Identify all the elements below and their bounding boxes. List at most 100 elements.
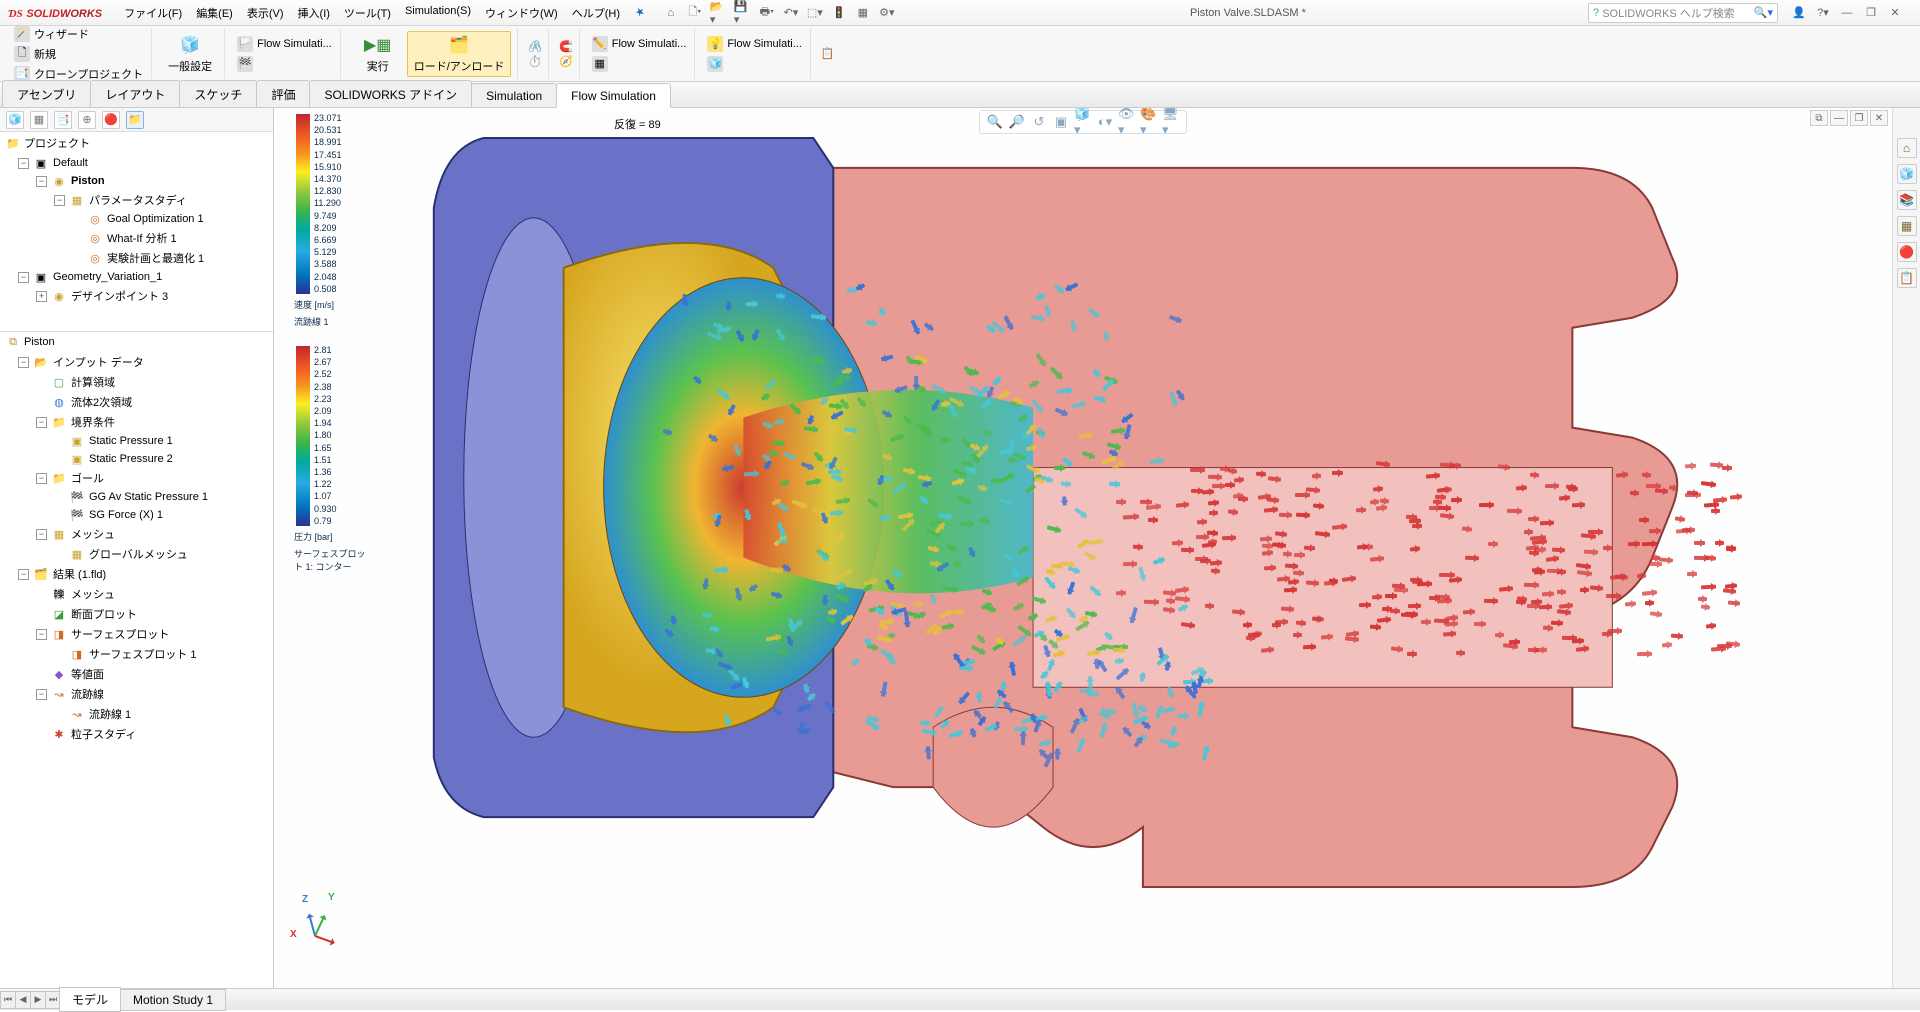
node-particle[interactable]: ✱粒子スタディ (0, 724, 273, 744)
open-icon[interactable]: 📂▾ (710, 4, 728, 22)
menu-file[interactable]: ファイル(F) (118, 2, 188, 24)
nav-prev-icon[interactable]: ◀ (15, 991, 31, 1009)
restore-icon[interactable]: ❐ (1862, 4, 1880, 22)
home-icon[interactable]: ⌂ (662, 4, 680, 22)
bottom-tab-motion[interactable]: Motion Study 1 (120, 989, 226, 1011)
display-style-icon[interactable]: ◐▾ (1096, 113, 1114, 131)
view-orient-icon[interactable]: 🧊▾ (1074, 113, 1092, 131)
scene-icon[interactable]: 🖥▾ (1162, 113, 1180, 131)
orientation-triad[interactable]: Z Y X (294, 896, 340, 942)
node-sg[interactable]: 🏁SG Force (X) 1 (0, 506, 273, 524)
nav-next-icon[interactable]: ▶ (30, 991, 46, 1009)
dock-home-icon[interactable]: ⌂ (1897, 138, 1917, 158)
fm-tab-5[interactable]: 🔴 (102, 111, 120, 129)
node-global-mesh[interactable]: ▦グローバルメッシュ (0, 544, 273, 564)
rebuild-icon[interactable]: 🚦 (830, 4, 848, 22)
node-param-study[interactable]: −▦パラメータスタディ (0, 190, 273, 210)
user-icon[interactable]: 👤 (1790, 4, 1808, 22)
node-iso[interactable]: ◆等値面 (0, 664, 273, 684)
fm-tab-flow[interactable]: 📁 (126, 111, 144, 129)
fm-tab-2[interactable]: ▦ (30, 111, 48, 129)
vp-min-icon[interactable]: — (1830, 110, 1848, 126)
node-mesh2[interactable]: 轢メッシュ (0, 584, 273, 604)
node-fluid-sub[interactable]: ◍流体2次領域 (0, 392, 273, 412)
dock-appearance-icon[interactable]: 🔴 (1897, 242, 1917, 262)
r-icon-last[interactable]: 📋 (821, 47, 835, 60)
node-sp2[interactable]: ▣Static Pressure 2 (0, 450, 273, 468)
dock-library-icon[interactable]: 📚 (1897, 190, 1917, 210)
node-gg[interactable]: 🏁GG Av Static Pressure 1 (0, 488, 273, 506)
node-results[interactable]: −🗂️結果 (1.fld) (0, 564, 273, 584)
node-surf-plot1[interactable]: ◨サーフェスプロット 1 (0, 644, 273, 664)
node-geom-var[interactable]: −▣Geometry_Variation_1 (0, 268, 273, 286)
fm-tab-1[interactable]: 🧊 (6, 111, 24, 129)
node-mesh[interactable]: −▦メッシュ (0, 524, 273, 544)
menu-insert[interactable]: 挿入(I) (292, 2, 336, 24)
help-search-box[interactable]: ? SOLIDWORKS ヘルプ検索 🔍▾ (1588, 3, 1778, 23)
tab-evaluate[interactable]: 評価 (256, 80, 310, 107)
flow-sim-a-button[interactable]: 🏳️Flow Simulati... (235, 35, 334, 53)
run-button[interactable]: ▶▦ 実行 (351, 32, 405, 76)
load-unload-button[interactable]: 🗂️ ロード/アンロード (407, 31, 512, 77)
search-icon[interactable]: 🔍▾ (1754, 6, 1773, 19)
tab-assembly[interactable]: アセンブリ (2, 80, 91, 107)
fm-tab-3[interactable]: 📑 (54, 111, 72, 129)
undo-icon[interactable]: ↶▾ (782, 4, 800, 22)
bottom-tab-model[interactable]: モデル (59, 987, 121, 1012)
fm-tab-4[interactable]: ⊕ (78, 111, 96, 129)
r-icon-2[interactable]: ⏱️ (528, 55, 542, 68)
pin-icon[interactable]: ★ (623, 0, 654, 28)
hide-show-icon[interactable]: 👁▾ (1118, 113, 1136, 131)
zoom-fit-icon[interactable]: 🔍 (986, 113, 1004, 131)
node-design-pt[interactable]: +◉デザインポイント 3 (0, 286, 273, 306)
flow-sim-f-button[interactable]: 🧊 (705, 55, 725, 73)
appearance-icon[interactable]: 🎨▾ (1140, 113, 1158, 131)
help-icon[interactable]: ?▾ (1814, 4, 1832, 22)
dock-view-icon[interactable]: ▦ (1897, 216, 1917, 236)
tab-layout[interactable]: レイアウト (90, 80, 180, 107)
options-icon[interactable]: ▦ (854, 4, 872, 22)
r-icon-3[interactable]: 🧲 (559, 40, 573, 53)
prev-view-icon[interactable]: ↺ (1030, 113, 1048, 131)
minimize-icon[interactable]: — (1838, 4, 1856, 22)
node-flow-traj-folder[interactable]: −↝流跡線 (0, 684, 273, 704)
save-icon[interactable]: 💾▾ (734, 4, 752, 22)
node-input[interactable]: −📂インプット データ (0, 352, 273, 372)
tab-addins[interactable]: SOLIDWORKS アドイン (309, 80, 472, 107)
menu-simulation[interactable]: Simulation(S) (399, 2, 477, 24)
zoom-area-icon[interactable]: 🔎 (1008, 113, 1026, 131)
flow-sim-c-button[interactable]: ✏️Flow Simulati... (590, 35, 689, 53)
nav-first-icon[interactable]: ⏮ (0, 991, 16, 1009)
node-whatif[interactable]: ◎What-If 分析 1 (0, 228, 273, 248)
r-icon-4[interactable]: 🧭 (559, 55, 573, 68)
graphics-viewport[interactable]: 🔍 🔎 ↺ ▣ 🧊▾ ◐▾ 👁▾ 🎨▾ 🖥▾ ⧉ — ❐ ✕ 反復 = 89 2… (274, 108, 1892, 988)
node-flow-traj1[interactable]: ↝流跡線 1 (0, 704, 273, 724)
project-root[interactable]: 📁プロジェクト (0, 132, 273, 154)
vp-max-icon[interactable]: ❐ (1850, 110, 1868, 126)
section-view-icon[interactable]: ▣ (1052, 113, 1070, 131)
node-doe[interactable]: ◎実験計画と最適化 1 (0, 248, 273, 268)
node-comp-domain[interactable]: ▢計算領域 (0, 372, 273, 392)
close-icon[interactable]: ✕ (1886, 4, 1904, 22)
node-goals[interactable]: −📁ゴール (0, 468, 273, 488)
tab-sketch[interactable]: スケッチ (179, 80, 257, 107)
tab-flow-simulation[interactable]: Flow Simulation (556, 83, 671, 108)
tab-simulation[interactable]: Simulation (471, 83, 557, 107)
wizard-button[interactable]: 🪄ウィザード (12, 25, 91, 43)
flow-sim-e-button[interactable]: 💡Flow Simulati... (705, 35, 804, 53)
new-doc-icon[interactable]: 🗋▾ (686, 4, 704, 22)
node-surf-plot-folder[interactable]: −◨サーフェスプロット (0, 624, 273, 644)
select-icon[interactable]: ⬚▾ (806, 4, 824, 22)
vp-close-icon[interactable]: ✕ (1870, 110, 1888, 126)
dock-resources-icon[interactable]: 🧊 (1897, 164, 1917, 184)
node-piston[interactable]: −◉Piston (0, 172, 273, 190)
vp-popout-icon[interactable]: ⧉ (1810, 110, 1828, 126)
menu-help[interactable]: ヘルプ(H) (566, 2, 626, 24)
flow-sim-d-button[interactable]: ▦ (590, 55, 610, 73)
r-icon-1[interactable]: 🖇️ (528, 40, 542, 53)
flow-sim-b-button[interactable]: 🏁 (235, 55, 255, 73)
node-bc[interactable]: −📁境界条件 (0, 412, 273, 432)
node-sp1[interactable]: ▣Static Pressure 1 (0, 432, 273, 450)
node-goal-opt[interactable]: ◎Goal Optimization 1 (0, 210, 273, 228)
dock-custom-icon[interactable]: 📋 (1897, 268, 1917, 288)
